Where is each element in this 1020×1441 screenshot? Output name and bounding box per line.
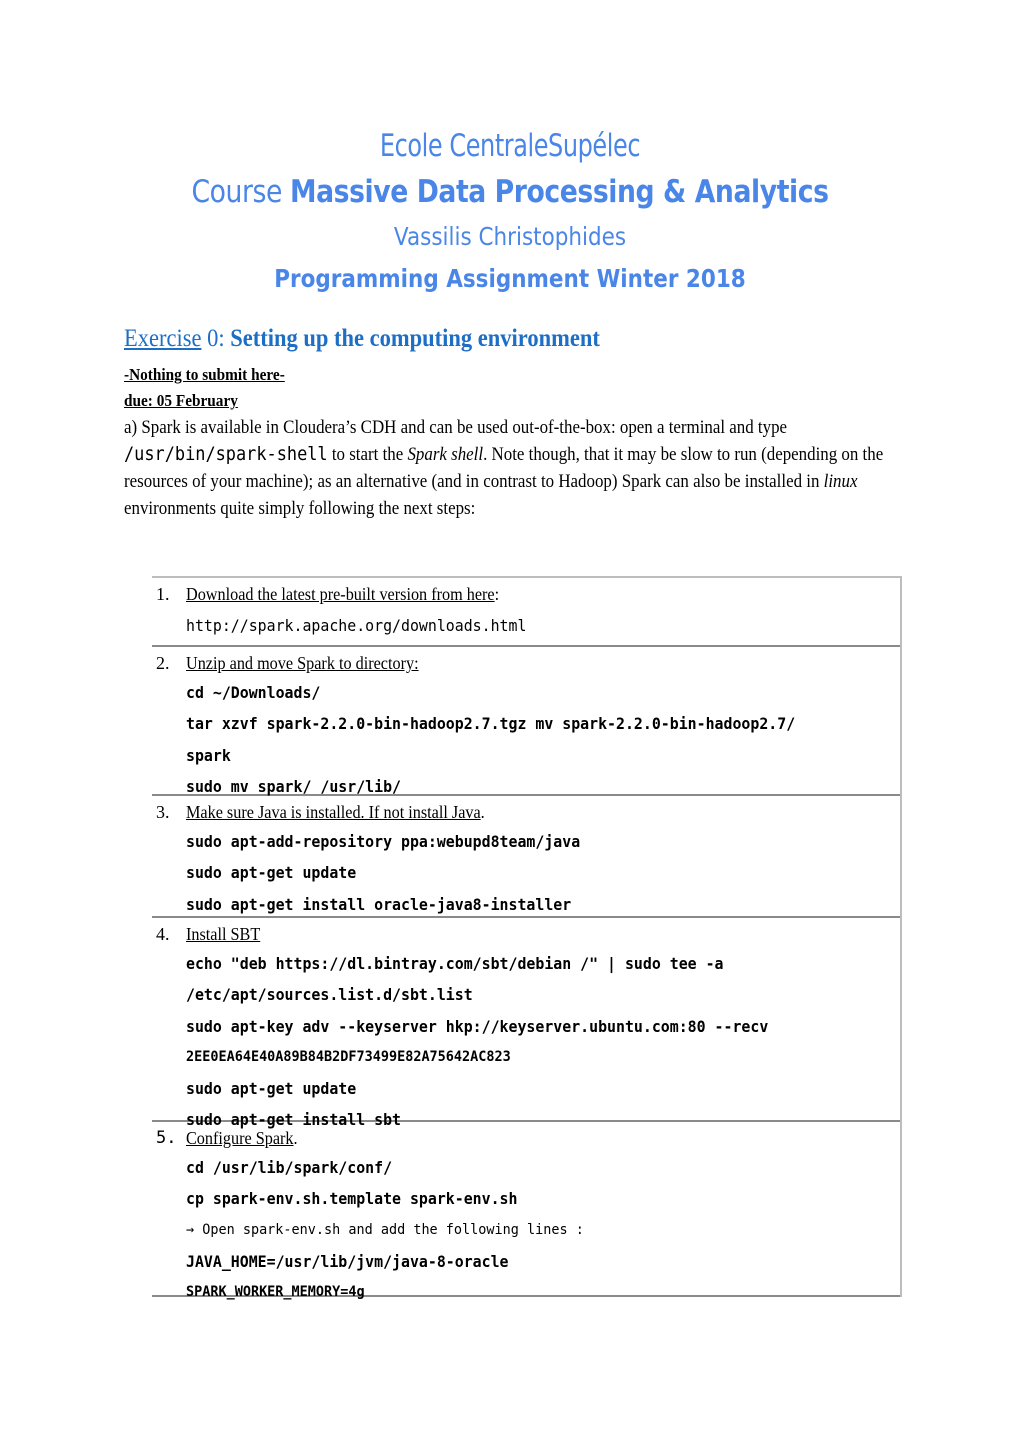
submission-note: -Nothing to submit here-	[124, 365, 285, 384]
institution-title: Ecole CentraleSupélec	[379, 128, 641, 164]
document-page: Ecole CentraleSupélec Course Massive Dat…	[0, 0, 1020, 1441]
intro-text-4: environments quite simply following the …	[124, 498, 476, 519]
title-block: Ecole CentraleSupélec Course Massive Dat…	[0, 124, 1020, 299]
intro-text-1: a) Spark is available in Cloudera’s CDH …	[124, 417, 788, 438]
code-line: cp spark-env.sh.template spark-env.sh	[186, 1189, 518, 1209]
step-heading-link[interactable]: Configure Spark	[186, 1128, 294, 1148]
due-date: due: 05 February	[124, 391, 238, 410]
linux-term: linux	[823, 471, 858, 492]
step-heading-suffix: .	[480, 802, 485, 822]
code-line: JAVA_HOME=/usr/lib/jvm/java-8-oracle	[186, 1251, 509, 1271]
download-link[interactable]: Download the latest pre-built version fr…	[186, 584, 495, 604]
instruction-line: → Open spark-env.sh and add the followin…	[186, 1221, 584, 1238]
code-line: sudo apt-get update	[186, 1079, 357, 1099]
steps-table: 1. Download the latest pre-built version…	[152, 576, 902, 1300]
exercise-link[interactable]: Exercise	[124, 325, 201, 352]
step-heading-suffix: :	[494, 584, 500, 604]
step-heading-link[interactable]: Unzip and move Spark to directory:	[186, 653, 419, 673]
code-line: /etc/apt/sources.list.d/sbt.list	[186, 985, 473, 1005]
step-row: 5. Configure Spark. cd /usr/lib/spark/co…	[152, 1122, 900, 1300]
step-heading: Configure Spark.	[186, 1126, 829, 1150]
instructor-name: Vassilis Christophides	[393, 222, 627, 251]
step-row: 3. Make sure Java is installed. If not i…	[152, 796, 900, 918]
step-number: 4.	[156, 924, 170, 944]
assignment-title: Programming Assignment Winter 2018	[274, 264, 746, 293]
step-heading: Make sure Java is installed. If not inst…	[186, 800, 829, 824]
step-row: 4. Install SBT echo "deb https://dl.bint…	[152, 918, 900, 1129]
step-number: 5.	[156, 1128, 177, 1148]
code-line: spark	[186, 745, 231, 765]
exercise-heading: Exercise 0: Setting up the computing env…	[124, 325, 600, 353]
code-line: 2EE0EA64E40A89B84B2DF73499E82A75642AC823	[186, 1048, 511, 1065]
step-number: 3.	[156, 802, 170, 822]
step-heading-link[interactable]: Install SBT	[186, 924, 260, 944]
spark-shell-command: /usr/bin/spark-shell	[124, 443, 328, 465]
exercise-number: 0:	[201, 325, 231, 352]
spark-shell-term: Spark shell	[407, 444, 484, 465]
step-heading-suffix: .	[293, 1128, 298, 1148]
step-heading: Unzip and move Spark to directory:	[186, 651, 829, 675]
intro-text-2: to start the	[327, 444, 408, 465]
step-number: 2.	[156, 653, 170, 673]
course-name: Massive Data Processing & Analytics	[290, 174, 829, 210]
code-line: sudo apt-get update	[186, 863, 357, 883]
code-line: http://spark.apache.org/downloads.html	[186, 616, 527, 635]
code-line: tar xzvf spark-2.2.0-bin-hadoop2.7.tgz m…	[186, 714, 796, 734]
code-line: sudo apt-get install oracle-java8-instal…	[186, 894, 572, 914]
code-line: echo "deb https://dl.bintray.com/sbt/deb…	[186, 954, 724, 973]
code-line: cd ~/Downloads/	[186, 683, 321, 702]
step-heading: Install SBT	[186, 922, 829, 946]
step-row: 1. Download the latest pre-built version…	[152, 578, 900, 647]
step-number: 1.	[156, 584, 170, 604]
course-title: Course Massive Data Processing & Analyti…	[71, 169, 948, 215]
intro-paragraph: a) Spark is available in Cloudera’s CDH …	[124, 414, 889, 522]
step-heading: Download the latest pre-built version fr…	[186, 582, 829, 606]
course-prefix: Course	[191, 174, 282, 210]
code-line: cd /usr/lib/spark/conf/	[186, 1158, 393, 1177]
step-row: 2. Unzip and move Spark to directory: cd…	[152, 647, 900, 796]
step-heading-link[interactable]: Make sure Java is installed. If not inst…	[186, 802, 481, 822]
code-line: sudo apt-add-repository ppa:webupd8team/…	[186, 832, 581, 851]
exercise-title: Setting up the computing environment	[230, 325, 600, 352]
code-line: SPARK_WORKER_MEMORY=4g	[186, 1284, 365, 1301]
code-line: sudo apt-key adv --keyserver hkp://keyse…	[186, 1016, 769, 1036]
